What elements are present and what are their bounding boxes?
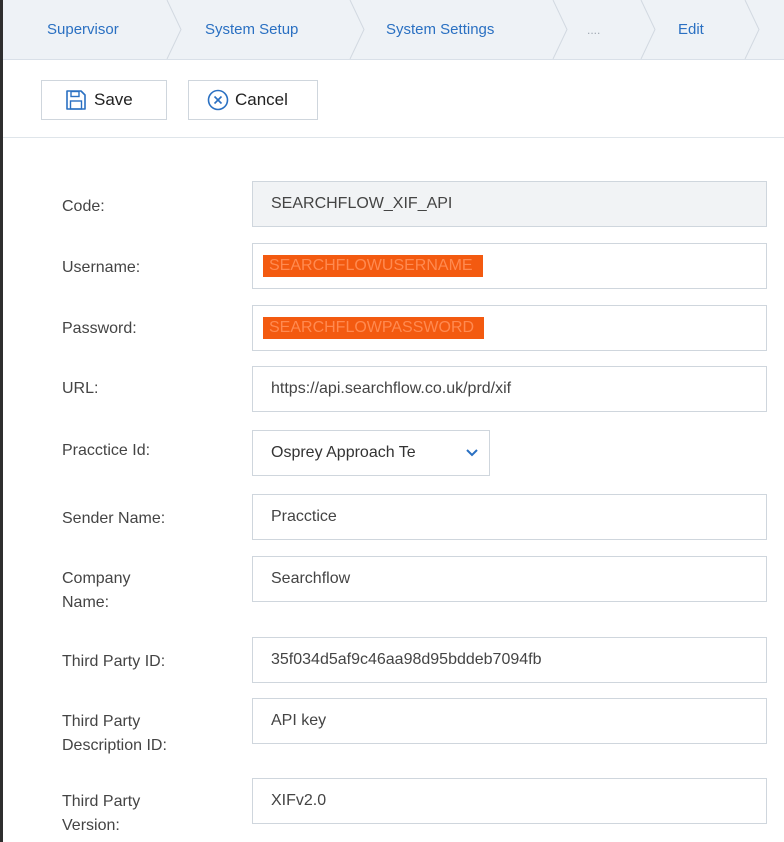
cancel-button[interactable]: Cancel	[188, 80, 318, 120]
chevron-down-icon	[465, 448, 479, 458]
company-name-label-line2: Name:	[62, 594, 110, 611]
save-label: Save	[94, 90, 133, 109]
password-value: SEARCHFLOWPASSWORD	[263, 317, 485, 339]
password-field[interactable]: SEARCHFLOWPASSWORD	[252, 305, 767, 351]
third-party-id-field[interactable]: 35f034d5af9c46aa98d95bddeb7094fb	[252, 637, 767, 683]
cancel-label: Cancel	[235, 90, 288, 109]
breadcrumb-label: System Settings	[386, 21, 495, 38]
breadcrumb-separator	[639, 0, 659, 59]
code-field: SEARCHFLOW_XIF_API	[252, 181, 767, 227]
third-party-description-id-label-line2: Description ID:	[62, 737, 167, 754]
third-party-version-label-line2: Version:	[62, 817, 120, 834]
practice-id-select[interactable]: Osprey Approach Te	[252, 430, 490, 476]
company-name-label: Company Name:	[62, 567, 130, 615]
breadcrumb-separator	[551, 0, 571, 59]
breadcrumb-label: Edit	[678, 21, 704, 38]
breadcrumb-separator	[165, 0, 185, 59]
breadcrumb-item-edit: Edit	[678, 0, 704, 59]
sender-name-value: Pracctice	[271, 508, 337, 525]
url-value: https://api.searchflow.co.uk/prd/xif	[271, 380, 512, 397]
third-party-description-id-label: Third Party Description ID:	[62, 710, 167, 758]
third-party-id-value: 35f034d5af9c46aa98d95bddeb7094fb	[271, 651, 542, 668]
cancel-icon	[207, 89, 229, 111]
practice-id-label: Pracctice Id:	[62, 442, 151, 459]
third-party-description-id-label-line1: Third Party	[62, 713, 141, 730]
breadcrumb-item-ellipsis[interactable]: ....	[587, 0, 600, 59]
third-party-version-field[interactable]: XIFv2.0	[252, 778, 767, 824]
breadcrumb-separator	[743, 0, 763, 59]
toolbar: Save Cancel	[3, 59, 784, 138]
third-party-version-value: XIFv2.0	[271, 792, 327, 809]
sender-name-label: Sender Name:	[62, 510, 166, 527]
third-party-version-label-line1: Third Party	[62, 793, 141, 810]
third-party-version-label: Third Party Version:	[62, 790, 140, 838]
breadcrumb-item-supervisor[interactable]: Supervisor	[47, 0, 119, 59]
password-label: Password:	[62, 320, 137, 337]
url-label: URL:	[62, 380, 99, 397]
breadcrumb-label: Supervisor	[47, 21, 119, 38]
breadcrumb-separator	[348, 0, 368, 59]
company-name-value: Searchflow	[271, 570, 351, 587]
breadcrumb-label: ....	[587, 22, 601, 37]
sender-name-field[interactable]: Pracctice	[252, 494, 767, 540]
username-value: SEARCHFLOWUSERNAME	[263, 255, 483, 277]
save-button[interactable]: Save	[41, 80, 167, 120]
username-label: Username:	[62, 259, 141, 276]
third-party-id-label: Third Party ID:	[62, 653, 166, 670]
save-icon	[64, 88, 88, 112]
breadcrumb-item-system-settings[interactable]: System Settings	[386, 0, 494, 59]
url-field[interactable]: https://api.searchflow.co.uk/prd/xif	[252, 366, 767, 412]
code-value: SEARCHFLOW_XIF_API	[271, 195, 453, 212]
breadcrumb-item-system-setup[interactable]: System Setup	[205, 0, 298, 59]
company-name-label-line1: Company	[62, 570, 131, 587]
breadcrumb: Supervisor System Setup System Settings …	[3, 0, 784, 60]
edit-settings-page: Supervisor System Setup System Settings …	[0, 0, 784, 842]
breadcrumb-label: System Setup	[205, 21, 299, 38]
code-label: Code:	[62, 198, 105, 215]
practice-id-value: Osprey Approach Te	[271, 444, 416, 461]
third-party-description-id-field[interactable]: API key	[252, 698, 767, 744]
third-party-description-id-value: API key	[271, 712, 327, 729]
username-field[interactable]: SEARCHFLOWUSERNAME	[252, 243, 767, 289]
company-name-field[interactable]: Searchflow	[252, 556, 767, 602]
